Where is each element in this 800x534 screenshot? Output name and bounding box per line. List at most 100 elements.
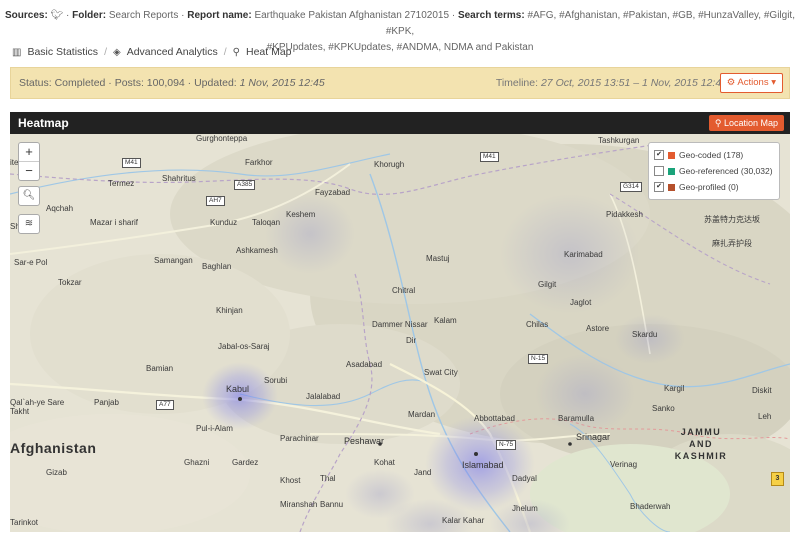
timeline: Timeline: 27 Oct, 2015 13:51 – 1 Nov, 20… — [495, 77, 727, 89]
map-label-khorugh: Khorugh — [374, 160, 405, 169]
map-label-bhaderwah: Bhaderwah — [630, 502, 671, 511]
folder-value: Search Reports — [108, 10, 179, 21]
map-label-abbottabad: Abbottabad — [474, 414, 515, 423]
map-label-keshem: Keshem — [286, 210, 316, 219]
map-label-mardan: Mardan — [408, 410, 436, 419]
map-label-pul-i-alam: Pul-i-Alam — [196, 424, 233, 433]
map-label-gilgit: Gilgit — [538, 280, 557, 289]
map-label-farkhor: Farkhor — [245, 158, 273, 167]
layers-icon: ≋ — [24, 218, 34, 229]
breadcrumb-separator: / — [223, 46, 227, 58]
map-label-diskit: Diskit — [752, 386, 772, 395]
road-shield: N-75 — [496, 440, 517, 450]
heatmap-map[interactable]: Gurghonteppa itendag Termez Shahritus Fa… — [10, 134, 790, 532]
legend-swatch — [668, 167, 675, 175]
map-label-pidakkesh: Pidakkesh — [606, 210, 643, 219]
legend-swatch — [668, 151, 675, 159]
gear-icon: ⚙ — [726, 77, 736, 88]
map-label-tarinkot: Tarinkot — [10, 518, 39, 527]
breadcrumb: ▥ Basic Statistics / ◈ Advanced Analytic… — [12, 46, 292, 58]
map-label-skardu: Skardu — [632, 330, 658, 339]
map-label-kalar-kahar: Kalar Kahar — [442, 516, 485, 525]
road-shield: M41 — [480, 152, 499, 162]
breadcrumb-separator: / — [104, 46, 107, 58]
bar-chart-icon: ▥ — [12, 46, 22, 58]
map-label-sorubi: Sorubi — [264, 376, 288, 385]
map-label-dir: Dir — [406, 336, 417, 345]
map-label-chinese1: 苏盖特力克达坂 — [704, 215, 760, 224]
map-label-karimabad: Karimabad — [564, 250, 603, 259]
legend-checkbox[interactable] — [654, 166, 664, 176]
map-label-shahritus: Shahritus — [162, 174, 196, 183]
map-label-sar-e-pol: Sar-e Pol — [14, 258, 48, 267]
legend-checkbox[interactable]: ✔ — [654, 182, 664, 192]
map-label-kabul: Kabul — [226, 384, 250, 394]
road-shield: A77 — [156, 400, 174, 410]
zoom-in-button[interactable]: + — [19, 143, 39, 161]
map-label-jalalabad: Jalalabad — [306, 392, 341, 401]
map-marker-count[interactable]: 3 — [771, 472, 784, 486]
map-label-swat-city: Swat City — [424, 368, 458, 377]
road-shield: G314 — [620, 182, 642, 192]
map-label-thal: Thal — [320, 474, 336, 483]
map-label-aqchah: Aqchah — [46, 204, 74, 213]
map-label-ghazni: Ghazni — [184, 458, 210, 467]
map-label-bamian: Bamian — [146, 364, 174, 373]
road-shield: AH7 — [206, 196, 225, 206]
map-label-chilas: Chilas — [526, 320, 549, 329]
map-label-kargil: Kargil — [664, 384, 685, 393]
map-label-samangan: Samangan — [154, 256, 193, 265]
map-label-khost: Khost — [280, 476, 301, 485]
actions-button[interactable]: ⚙ Actions ▾ — [719, 73, 783, 93]
map-search-button[interactable]: 🔍︎ — [18, 186, 40, 206]
map-label-gardez: Gardez — [232, 458, 259, 467]
breadcrumb-advanced-analytics[interactable]: Advanced Analytics — [127, 46, 218, 58]
map-label-kalam: Kalam — [434, 316, 457, 325]
heatmap-panel-header: Heatmap ⚲ Location Map — [10, 112, 790, 134]
report-name-value: Earthquake Pakistan Afghanistan 27102015 — [254, 10, 450, 21]
road-shield: M41 — [122, 158, 141, 168]
status-bar: Status: Completed · Posts: 100,094 · Upd… — [10, 67, 790, 99]
map-label-fayzabad: Fayzabad — [315, 188, 351, 197]
legend-row-geo-profiled[interactable]: ✔ Geo-profiled (0) — [654, 179, 774, 195]
legend-row-geo-coded[interactable]: ✔ Geo-coded (178) — [654, 147, 774, 163]
map-label-kohat: Kohat — [374, 458, 395, 467]
report-name-label: Report name: — [187, 10, 252, 21]
map-label-ashkamesh: Ashkamesh — [236, 246, 278, 255]
map-label-sanko: Sanko — [652, 404, 675, 413]
legend-checkbox[interactable]: ✔ — [654, 150, 664, 160]
updated-date: 1 Nov, 2015 12:45 — [239, 77, 325, 89]
map-label-asadabad: Asadabad — [346, 360, 383, 369]
location-map-button[interactable]: ⚲ Location Map — [708, 115, 784, 131]
map-label-mastuj: Mastuj — [426, 254, 450, 263]
breadcrumb-basic-statistics[interactable]: Basic Statistics — [27, 46, 98, 58]
status-text: Status: Completed · Posts: 100,094 · Upd… — [19, 77, 325, 89]
map-layers-button[interactable]: ≋ — [18, 214, 40, 234]
map-label-parachinar: Parachinar — [280, 434, 319, 443]
map-label-peshawar: Peshawar — [344, 436, 385, 446]
map-label-khinjan: Khinjan — [216, 306, 243, 315]
cube-icon: ◈ — [112, 46, 121, 58]
map-label-taloqan: Taloqan — [252, 218, 281, 227]
map-label-srinagar: Srinagar — [576, 432, 611, 442]
map-label-bannu: Bannu — [320, 500, 344, 509]
road-shield: N-15 — [528, 354, 549, 364]
map-label-jhelum: Jhelum — [512, 504, 538, 513]
legend-row-geo-referenced[interactable]: Geo-referenced (30,032) — [654, 163, 774, 179]
map-label-termez: Termez — [108, 179, 135, 188]
map-label-chitral: Chitral — [392, 286, 416, 295]
map-label-gizab: Gizab — [46, 468, 67, 477]
twitter-icon: 🐦︎ — [50, 10, 64, 21]
panel-title: Heatmap — [18, 116, 69, 130]
zoom-control: + − — [18, 142, 40, 181]
map-label-jammu-and-kashmir: JAMMU AND KASHMIR — [674, 427, 728, 461]
legend-swatch — [668, 183, 675, 191]
zoom-out-button[interactable]: − — [19, 161, 39, 180]
breadcrumb-heat-map: Heat Map — [246, 46, 292, 58]
map-label-chinese2: 麻扎弄护段 — [712, 239, 752, 248]
map-label-jand: Jand — [414, 468, 432, 477]
map-label-miranshah: Miranshah — [280, 500, 318, 509]
map-label-mazar-i-sharif: Mazar i sharif — [90, 218, 139, 227]
map-pin-icon: ⚲ — [232, 46, 240, 58]
caret-down-icon: ▾ — [771, 77, 776, 88]
